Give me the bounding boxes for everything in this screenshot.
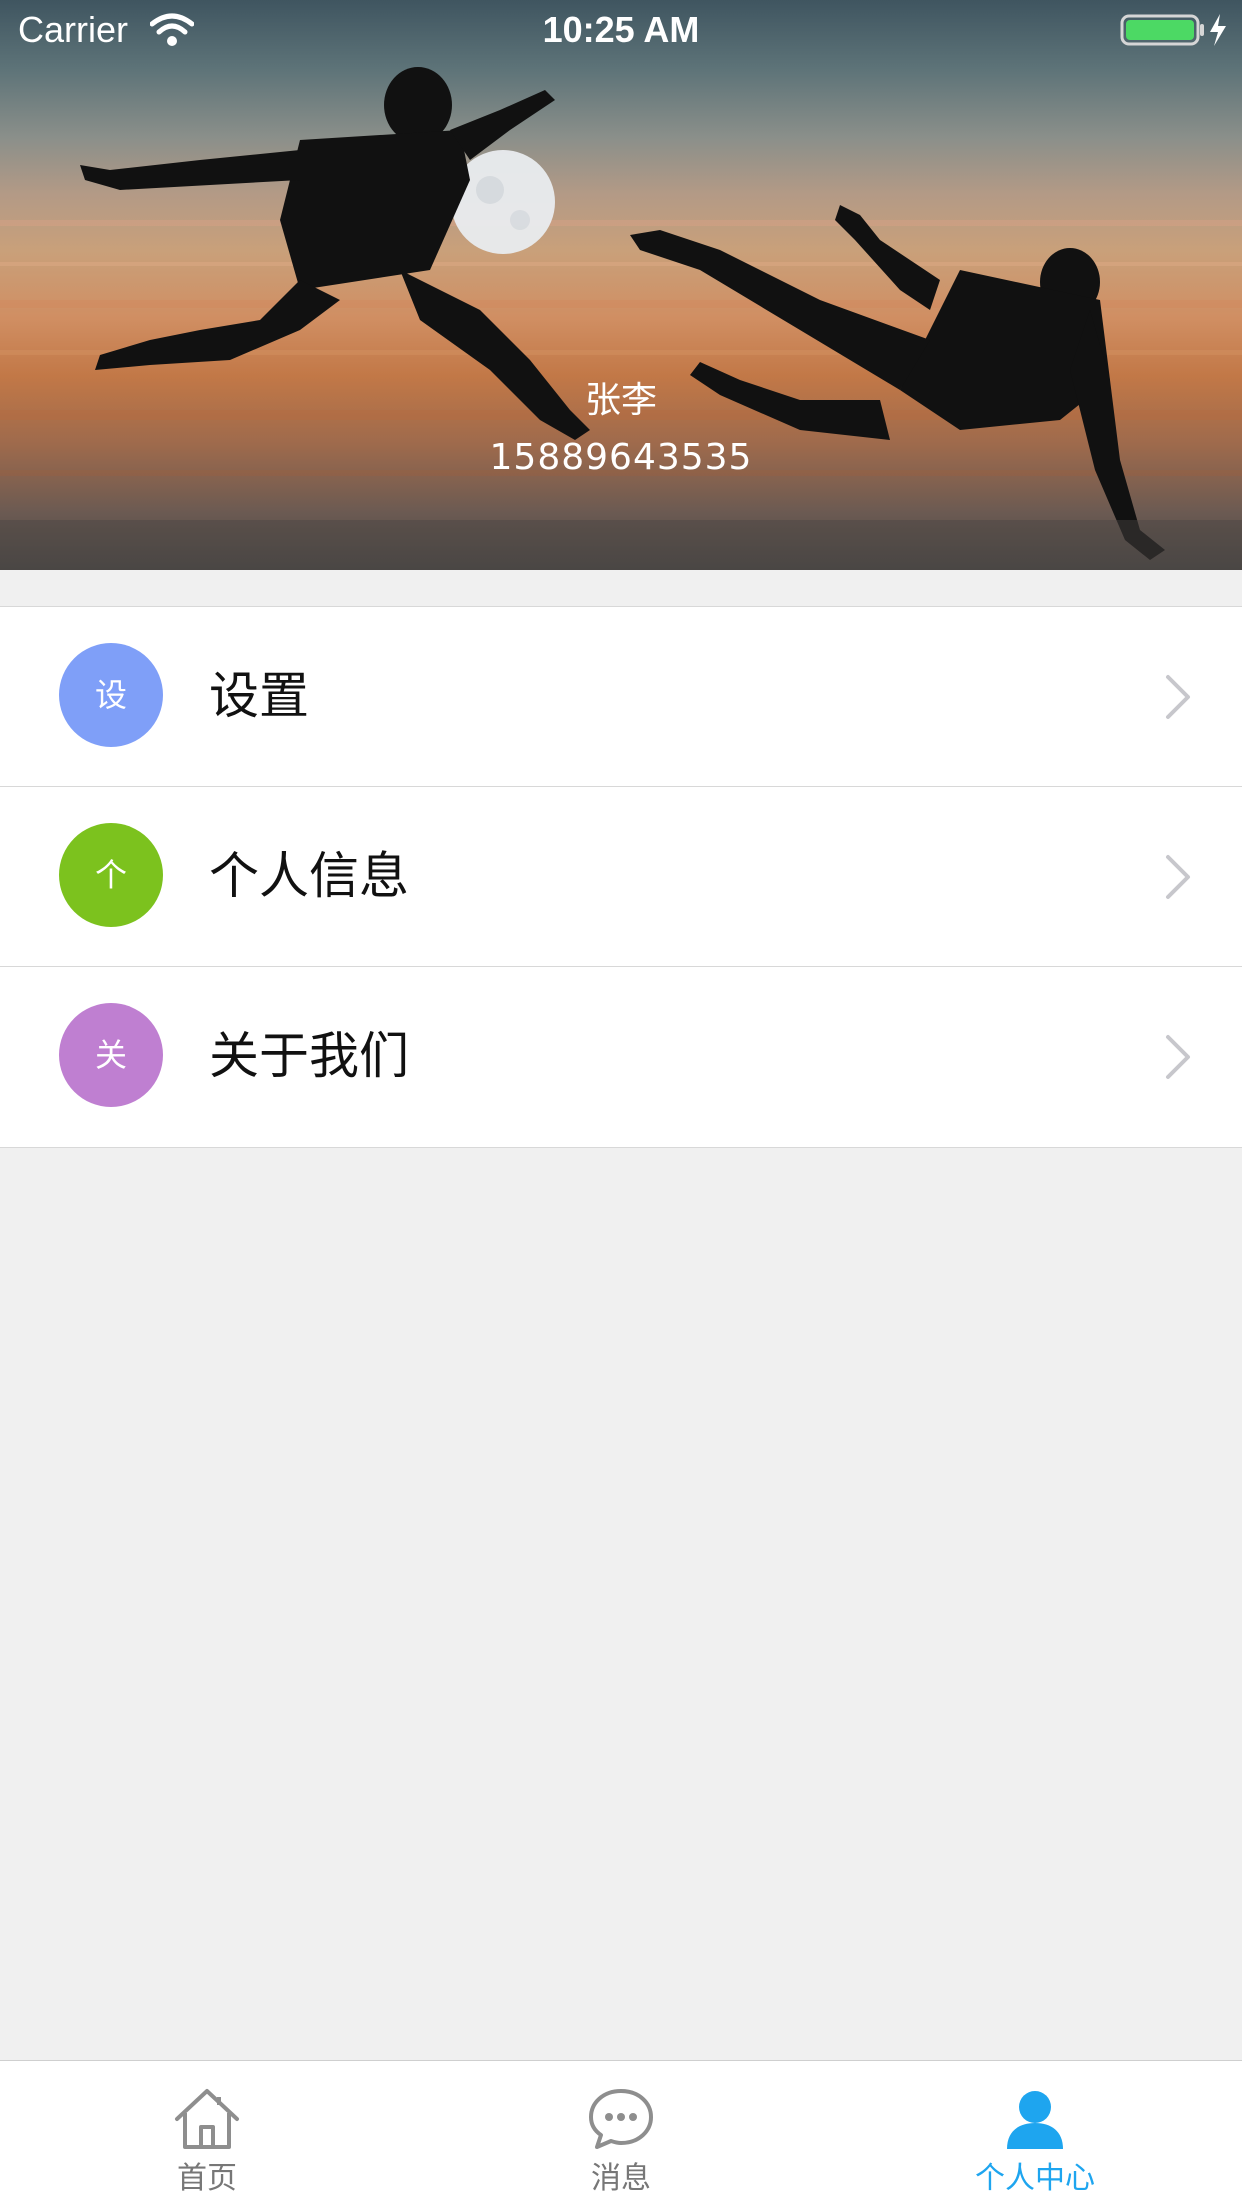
profile-name: 张李	[584, 380, 657, 421]
settings-badge-icon: 设	[59, 643, 163, 747]
menu-item-personal-info[interactable]: 个 个人信息	[0, 787, 1242, 967]
chevron-right-icon	[1166, 855, 1190, 899]
bottom-tab-bar: 首页 消息 个人中心	[0, 2060, 1242, 2209]
header-background-image	[0, 67, 1242, 570]
chevron-right-icon	[1166, 675, 1190, 719]
tab-messages-label: 消息	[591, 2161, 651, 2196]
menu-item-about-us[interactable]: 关 关于我们	[0, 967, 1242, 1147]
menu-item-label: 个人信息	[209, 847, 409, 905]
about-us-badge-icon: 关	[59, 1003, 163, 1107]
chevron-right-icon	[1166, 1035, 1190, 1079]
menu-item-settings[interactable]: 设 设置	[0, 607, 1242, 787]
menu-item-label: 设置	[209, 667, 309, 725]
settings-menu-list: 设 设置 个 个人信息 关 关于我们	[0, 606, 1242, 1148]
tab-home[interactable]: 首页	[0, 2061, 414, 2209]
status-bar: Carrier 10:25 AM	[0, 0, 1242, 60]
status-time: 10:25 AM	[542, 9, 700, 50]
tab-messages[interactable]: 消息	[414, 2061, 828, 2209]
tab-profile-label: 个人中心	[975, 2161, 1095, 2196]
battery-icon	[1120, 14, 1226, 46]
person-icon	[1007, 2091, 1063, 2149]
tab-home-label: 首页	[177, 2161, 237, 2196]
menu-item-label: 关于我们	[209, 1027, 409, 1085]
personal-info-badge-icon: 个	[59, 823, 163, 927]
profile-header: Carrier 10:25 AM 张李 15889643535	[0, 0, 1242, 570]
tab-profile[interactable]: 个人中心	[828, 2061, 1242, 2209]
home-icon	[175, 2089, 239, 2149]
chat-bubble-icon	[589, 2089, 653, 2149]
profile-phone: 15889643535	[489, 437, 753, 478]
